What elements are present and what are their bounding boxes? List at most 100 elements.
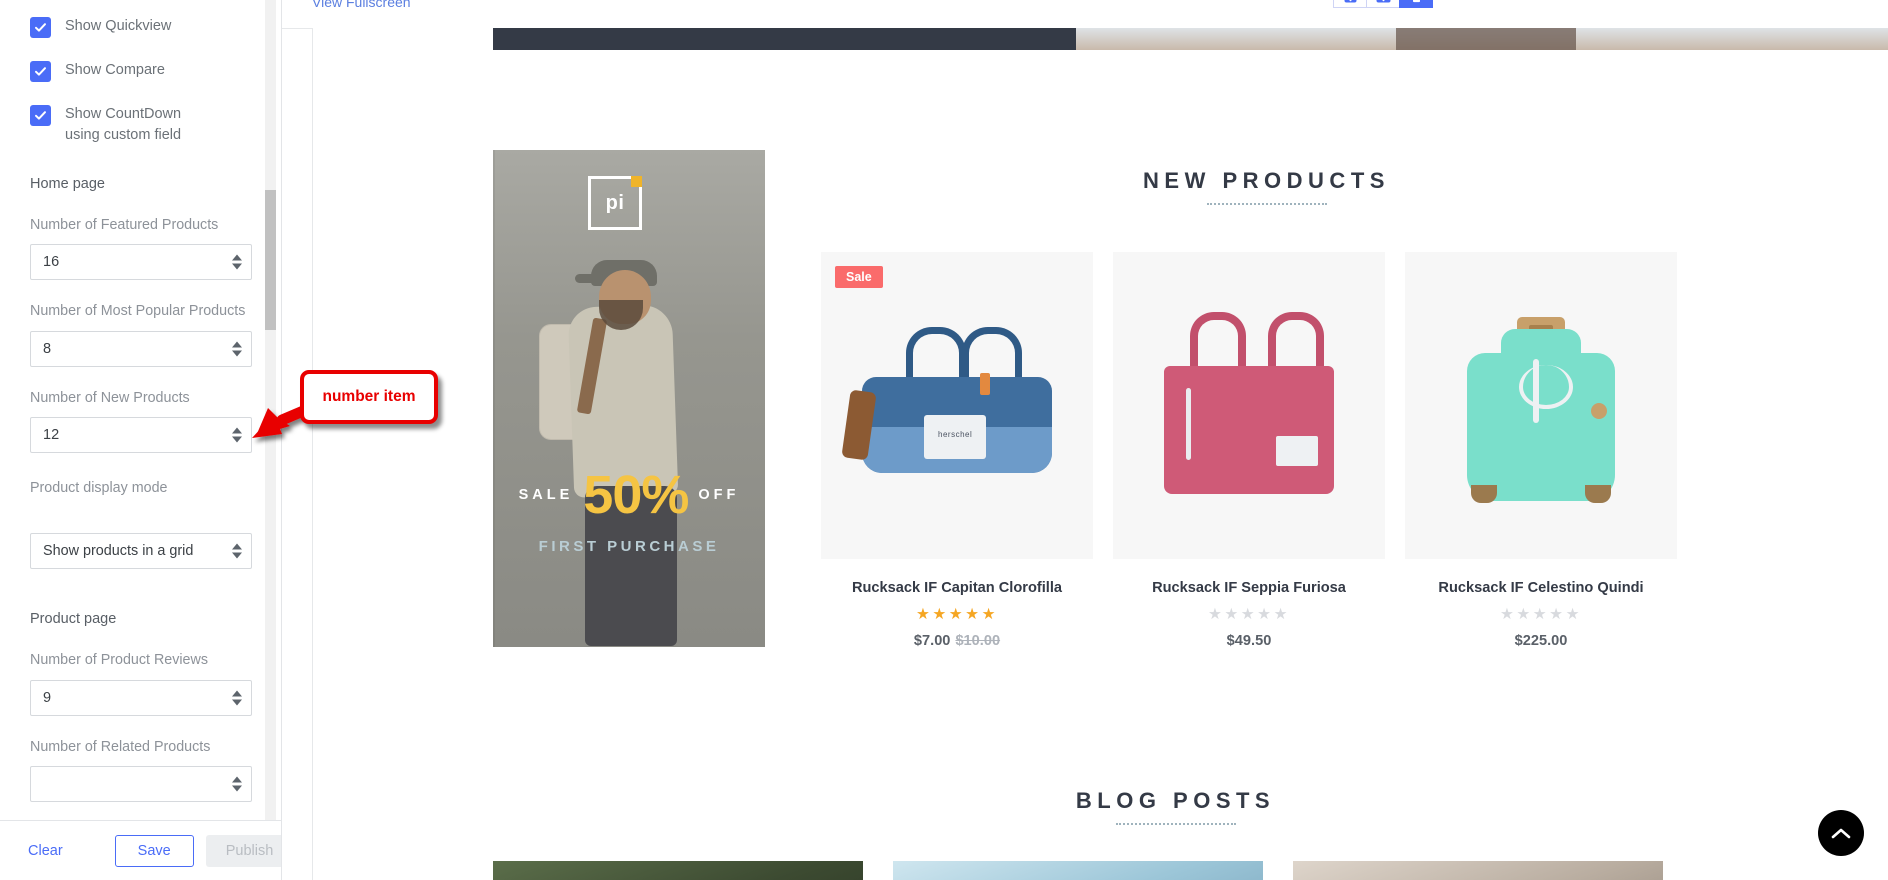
- label-related-products: Number of Related Products: [30, 738, 211, 755]
- device-mobile-button[interactable]: [1333, 0, 1367, 8]
- mobile-icon: [1344, 0, 1356, 3]
- promo-sale-label: SALE: [518, 487, 574, 503]
- sidebar-scrollbar-thumb[interactable]: [265, 190, 276, 330]
- view-fullscreen-link[interactable]: View Fullscreen: [312, 0, 411, 10]
- product-card[interactable]: Rucksack IF Seppia Furiosa ★★★★★ $49.50: [1113, 252, 1385, 649]
- input-most-popular-products[interactable]: 8: [30, 330, 252, 367]
- stepper-up-icon[interactable]: [232, 341, 242, 348]
- new-products-heading-text: NEW PRODUCTS: [1143, 168, 1390, 193]
- product-image[interactable]: [1405, 252, 1677, 559]
- product-rating-stars: ★★★★★: [1208, 606, 1290, 623]
- storefront-preview: pi SALE 50% OFF FIRST PURCHASE NEW PRODU…: [312, 28, 1888, 880]
- select-product-display-mode[interactable]: Show products in a grid: [30, 533, 252, 570]
- heading-underline: [1206, 203, 1327, 205]
- annotation-label: number item: [322, 388, 416, 405]
- promo-percent: 50%: [583, 465, 689, 525]
- stepper-down-icon[interactable]: [232, 263, 242, 270]
- blue-duffel-bag-illustration: herschel: [841, 326, 1052, 481]
- annotation-callout: number item: [300, 370, 438, 424]
- hero-dark-panel: [493, 28, 1076, 50]
- blog-card[interactable]: [893, 861, 1263, 880]
- input-product-reviews[interactable]: 9: [30, 679, 252, 716]
- screen-root: Show Quickview Show Compare Show CountDo…: [0, 0, 1888, 880]
- product-price-current: $49.50: [1226, 633, 1272, 649]
- chevron-up-icon: [232, 543, 242, 550]
- input-most-popular-products-value: 8: [43, 340, 52, 357]
- chevron-down-icon: [232, 552, 242, 559]
- product-card[interactable]: Sale herschel Rucksack IF Capitan Clorof…: [821, 252, 1093, 649]
- input-featured-products-value: 16: [43, 254, 60, 271]
- checkbox-label-countdown: Show CountDown using custom field: [65, 106, 182, 144]
- product-name[interactable]: Rucksack IF Capitan Clorofilla: [821, 580, 1093, 596]
- promo-banner[interactable]: pi SALE 50% OFF FIRST PURCHASE: [493, 150, 765, 647]
- mint-drawstring-backpack-illustration: [1461, 311, 1621, 503]
- product-name[interactable]: Rucksack IF Celestino Quindi: [1405, 580, 1677, 596]
- blog-card[interactable]: [1293, 861, 1663, 880]
- product-price: $7.00 $10.00: [821, 633, 1093, 649]
- chevron-up-icon: [1831, 828, 1851, 838]
- hero-photo-panel: [1076, 28, 1888, 50]
- status-badge-sale: Sale: [835, 266, 883, 288]
- stepper-up-icon[interactable]: [232, 690, 242, 697]
- checkbox-checked-icon[interactable]: [30, 61, 51, 82]
- stepper-up-icon[interactable]: [232, 254, 242, 261]
- stepper-product-reviews[interactable]: [232, 690, 242, 706]
- product-name[interactable]: Rucksack IF Seppia Furiosa: [1113, 580, 1385, 596]
- stepper-related-products[interactable]: [232, 776, 242, 792]
- tablet-icon: [1376, 0, 1390, 3]
- checkbox-checked-icon[interactable]: [30, 17, 51, 38]
- checkbox-row-quickview[interactable]: Show Quickview: [30, 16, 252, 38]
- stepper-down-icon[interactable]: [232, 785, 242, 792]
- stepper-down-icon[interactable]: [232, 699, 242, 706]
- blog-card[interactable]: [493, 861, 863, 880]
- select-product-display-mode-value: Show products in a grid: [43, 543, 194, 560]
- product-price-current: $7.00: [913, 633, 951, 649]
- product-image[interactable]: [1113, 252, 1385, 559]
- product-price: $49.50: [1113, 633, 1385, 649]
- checkbox-label-compare: Show Compare: [65, 62, 165, 78]
- clear-button[interactable]: Clear: [18, 837, 73, 865]
- desktop-icon: [1412, 0, 1420, 2]
- stepper-down-icon[interactable]: [232, 350, 242, 357]
- product-rating-stars: ★★★★★: [916, 606, 998, 623]
- preview-toolbar: View Fullscreen: [282, 0, 1888, 29]
- publish-button[interactable]: Publish: [205, 834, 281, 867]
- promo-subtitle: FIRST PURCHASE: [538, 538, 720, 555]
- input-related-products[interactable]: [30, 765, 252, 802]
- pink-tote-bag-illustration: [1164, 311, 1334, 494]
- preview-pane: View Fullscreen pi SALE 50% OFF FIRST PU…: [282, 0, 1888, 880]
- sidebar-action-bar: Clear Save Publish: [0, 820, 281, 880]
- label-product-display-mode: Product display mode: [30, 479, 168, 496]
- input-featured-products[interactable]: 16: [30, 244, 252, 281]
- checkbox-checked-icon[interactable]: [30, 105, 51, 126]
- new-products-heading: NEW PRODUCTS: [313, 168, 1888, 205]
- label-featured-products: Number of Featured Products: [30, 217, 219, 234]
- product-card[interactable]: Rucksack IF Celestino Quindi ★★★★★ $225.…: [1405, 252, 1677, 649]
- blog-posts-heading: BLOG POSTS: [313, 788, 1888, 825]
- checkbox-row-compare[interactable]: Show Compare: [30, 60, 252, 82]
- device-toggle-group: [1333, 0, 1433, 8]
- promo-text-block: SALE 50% OFF FIRST PURCHASE: [493, 468, 765, 555]
- select-chevron-icon[interactable]: [232, 543, 242, 559]
- stepper-featured-products[interactable]: [232, 254, 242, 270]
- input-product-reviews-value: 9: [43, 689, 52, 706]
- device-desktop-button[interactable]: [1399, 0, 1433, 8]
- save-button[interactable]: Save: [114, 834, 194, 867]
- section-title-product-page: Product page: [30, 611, 117, 628]
- blog-posts-grid: [493, 861, 1663, 880]
- checkbox-label-quickview: Show Quickview: [65, 18, 172, 34]
- scroll-to-top-button[interactable]: [1818, 810, 1864, 856]
- product-price-current: $225.00: [1514, 633, 1568, 649]
- product-price: $225.00: [1405, 633, 1677, 649]
- input-new-products[interactable]: 12: [30, 416, 252, 453]
- product-image[interactable]: Sale herschel: [821, 252, 1093, 559]
- checkbox-row-countdown[interactable]: Show CountDown using custom field: [30, 104, 252, 146]
- device-tablet-button[interactable]: [1366, 0, 1400, 8]
- stepper-up-icon[interactable]: [232, 776, 242, 783]
- stepper-most-popular-products[interactable]: [232, 341, 242, 357]
- product-price-old: $10.00: [955, 633, 1001, 649]
- label-most-popular-products: Number of Most Popular Products: [30, 303, 246, 320]
- label-new-products: Number of New Products: [30, 389, 190, 406]
- heading-underline: [1115, 823, 1236, 825]
- section-title-home-page: Home page: [30, 176, 105, 193]
